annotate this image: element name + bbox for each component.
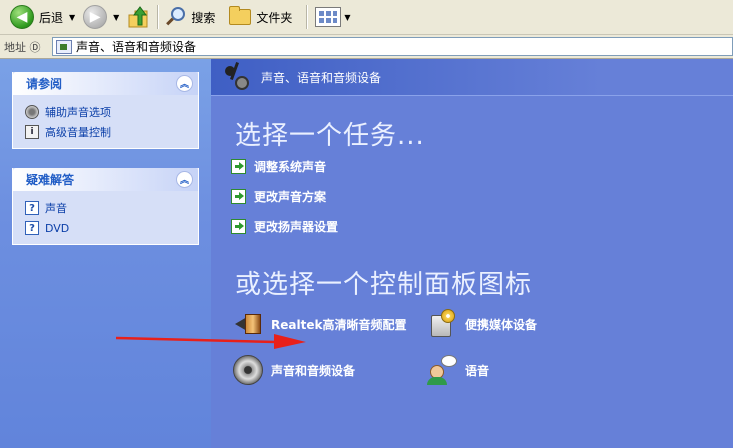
views-button[interactable]: ▼ [311,3,354,32]
see-also-title: 请参阅 [26,77,63,91]
back-label: 后退 [39,10,64,25]
up-folder-icon [127,5,149,29]
portable-media-icon [427,309,457,339]
forward-button[interactable]: ▶ ▼ [79,3,123,32]
help-icon: ? [25,201,39,215]
speaker-icon [233,355,263,385]
see-also-header[interactable]: 请参阅 ︽ [13,72,198,95]
back-dropdown-icon[interactable]: ▼ [69,13,75,22]
see-also-panel: 请参阅 ︽ 辅助声音选项 i 高级音量控制 [12,72,199,149]
task-change-sound-scheme[interactable]: 更改声音方案 [231,188,326,205]
sidebar-item-advanced-volume[interactable]: i 高级音量控制 [25,122,188,142]
green-arrow-icon [231,219,246,234]
toolbar: ◀ 后退 ▼ ▶ ▼ 搜索 文件夹 ▼ [0,0,733,35]
address-bar: 地址 Ⓓ 声音、语音和音频设备 [0,35,733,59]
speaker-icon [25,105,39,119]
back-arrow-icon: ◀ [10,5,34,29]
sidebar-item-label: 声音 [45,202,67,215]
address-path: 声音、语音和音频设备 [76,40,197,54]
forward-arrow-icon: ▶ [83,5,108,29]
speech-icon [427,355,457,385]
control-panel-heading: 或选择一个控制面板图标 [235,270,533,300]
sidebar-item-label: 高级音量控制 [45,126,111,139]
toolbar-separator [157,5,159,29]
troubleshooters-title: 疑难解答 [26,173,75,187]
troubleshooters-panel: 疑难解答 ︽ ? 声音 ? DVD [12,168,199,245]
main-content: 声音、语音和音频设备 选择一个任务... 调整系统声音 更改声音方案 更改扬声器… [211,59,733,448]
address-label: 地址 Ⓓ [4,39,52,55]
task-heading: 选择一个任务... [235,121,425,151]
sidebar-item-accessibility-sound[interactable]: 辅助声音选项 [25,102,188,122]
sidebar-item-label: DVD [45,221,70,235]
up-folder-button[interactable] [123,3,153,32]
sidebar: 请参阅 ︽ 辅助声音选项 i 高级音量控制 疑难解答 ︽ ? 声音 ? DVD [0,59,211,448]
help-icon: ? [25,221,39,235]
sidebar-item-dvd-help[interactable]: ? DVD [25,218,188,238]
back-button[interactable]: ◀ 后退 ▼ [6,3,79,32]
collapse-chevron-icon[interactable]: ︽ [176,171,193,188]
address-shortcut: Ⓓ [29,40,41,54]
green-arrow-icon [231,159,246,174]
info-icon: i [25,125,39,139]
control-panel-icon [56,39,72,54]
sidebar-item-label: 辅助声音选项 [45,106,111,119]
cp-item-portable-media[interactable]: 便携媒体设备 [427,309,537,339]
troubleshooters-list: ? 声音 ? DVD [13,191,198,244]
category-title: 声音、语音和音频设备 [261,70,382,85]
views-icon [315,7,342,27]
task-label: 调整系统声音 [254,160,327,174]
views-dropdown-icon[interactable]: ▼ [344,13,350,22]
address-label-text: 地址 [4,40,26,54]
toolbar-separator [306,5,308,29]
folders-button[interactable]: 文件夹 [225,3,296,32]
folders-label: 文件夹 [256,10,293,25]
red-annotation-arrow-icon [116,334,306,349]
cp-item-label: 便携媒体设备 [465,317,538,332]
task-adjust-system-sound[interactable]: 调整系统声音 [231,158,326,175]
troubleshooters-header[interactable]: 疑难解答 ︽ [13,168,198,191]
cp-item-sound-audio-devices[interactable]: 声音和音频设备 [233,355,355,385]
forward-dropdown-icon[interactable]: ▼ [113,13,119,22]
green-arrow-icon [231,189,246,204]
task-label: 更改扬声器设置 [254,220,339,234]
collapse-chevron-icon[interactable]: ︽ [176,75,193,92]
cp-item-speech[interactable]: 语音 [427,355,489,385]
cp-item-label: 声音和音频设备 [271,363,356,378]
task-label: 更改声音方案 [254,190,327,204]
search-label: 搜索 [191,10,216,25]
cp-item-label: 语音 [465,363,490,378]
see-also-list: 辅助声音选项 i 高级音量控制 [13,95,198,148]
music-note-icon [221,62,251,92]
task-change-speaker-settings[interactable]: 更改扬声器设置 [231,218,338,235]
category-header: 声音、语音和音频设备 [211,59,733,96]
folder-icon [229,6,252,25]
sidebar-item-sound-help[interactable]: ? 声音 [25,198,188,218]
search-button[interactable]: 搜索 [162,3,219,32]
address-input[interactable]: 声音、语音和音频设备 [52,37,733,56]
search-icon [166,7,186,27]
